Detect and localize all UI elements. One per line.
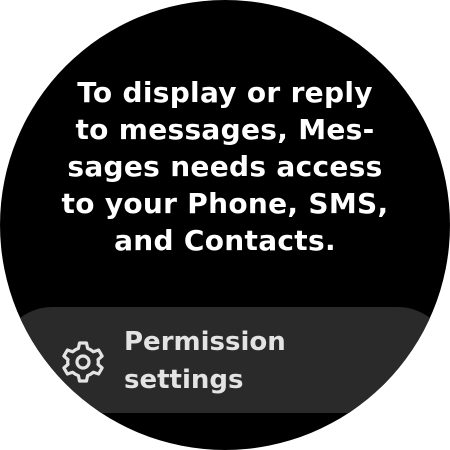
chip-label-line: Permission: [124, 327, 286, 357]
permission-settings-label: Permission settings: [124, 323, 286, 399]
watch-screen: To display or reply to messages, Mes- sa…: [0, 0, 450, 450]
message-line: sages needs access: [67, 150, 383, 183]
message-line: and Contacts.: [114, 224, 336, 257]
permission-rationale-text: To display or reply to messages, Mes- sa…: [0, 74, 450, 259]
chip-label-line: settings: [124, 365, 244, 395]
message-line: to messages, Mes-: [75, 113, 375, 146]
permission-settings-button[interactable]: Permission settings: [0, 307, 450, 413]
message-line: to your Phone, SMS,: [61, 187, 389, 220]
gear-icon: [60, 339, 106, 385]
message-line: To display or reply: [77, 76, 373, 109]
